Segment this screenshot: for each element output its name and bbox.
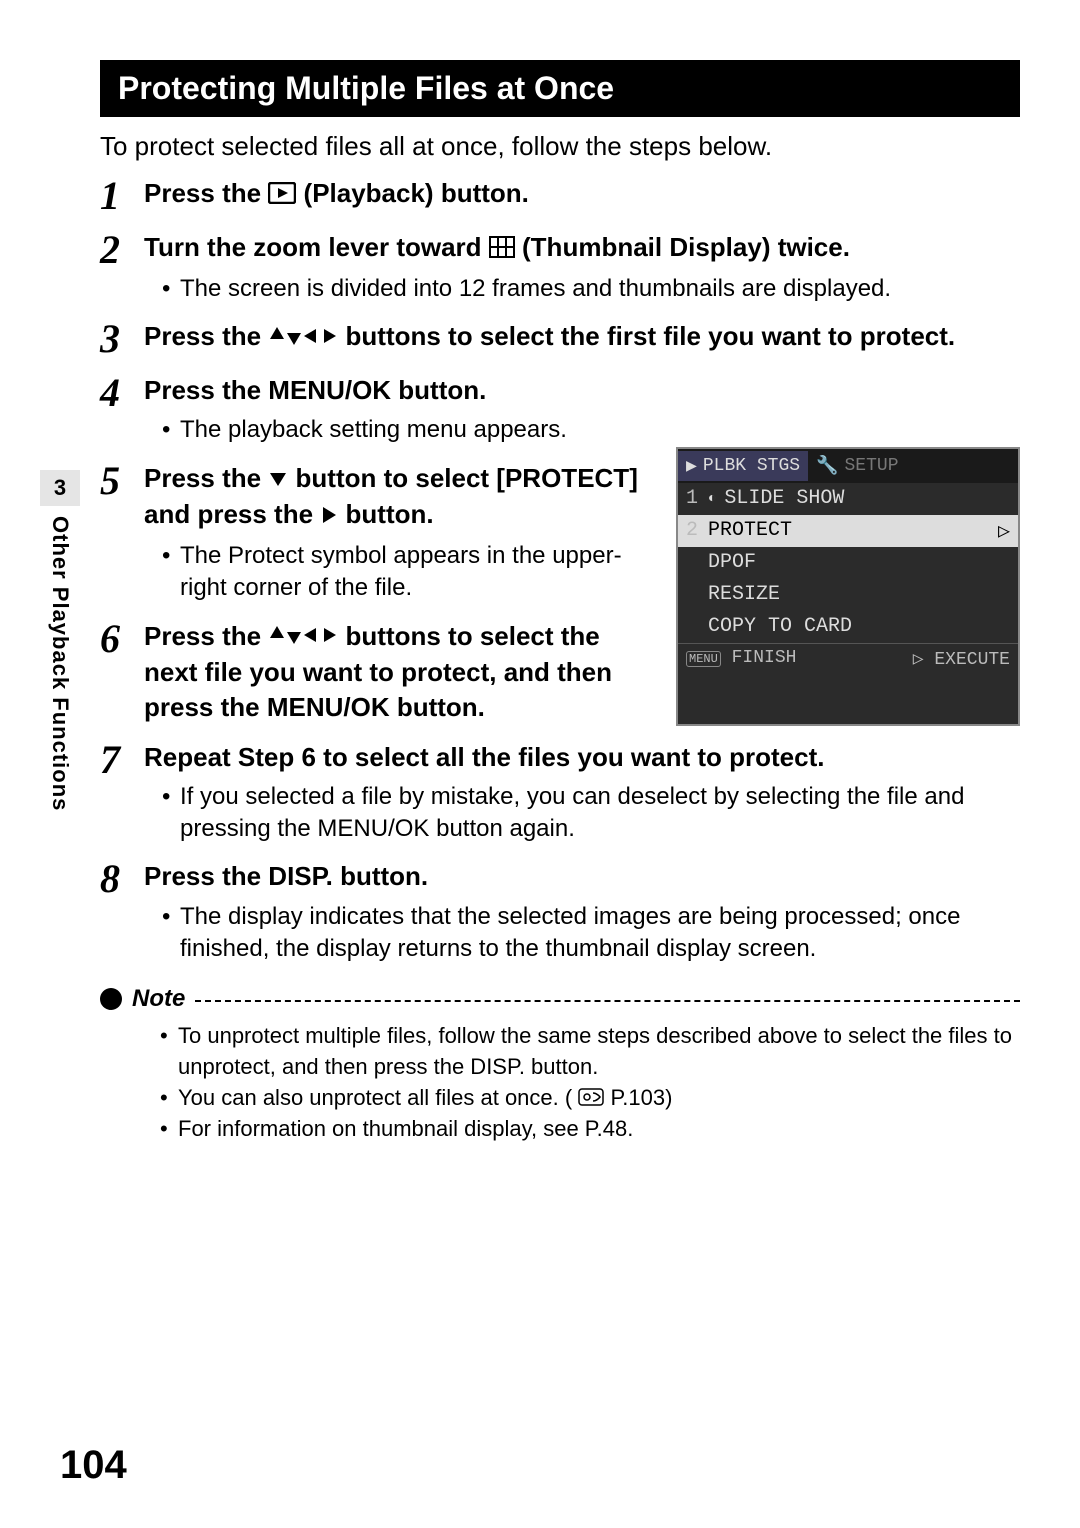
- lcd-footer-label: EXECUTE: [934, 650, 1010, 670]
- step-6: 6 Press the: [100, 619, 656, 726]
- text: (Thumbnail Display) twice.: [522, 232, 850, 262]
- dpad-icon: [268, 321, 338, 356]
- step-number: 4: [100, 373, 144, 413]
- lcd-tab-setup: 🔧 SETUP: [808, 451, 906, 481]
- lcd-tab-label: SETUP: [844, 456, 898, 476]
- text: button.: [346, 499, 434, 529]
- step-number: 3: [100, 319, 144, 359]
- step-row-with-lcd: 5 Press the button to select [PROTECT] a…: [100, 447, 1020, 726]
- lcd-item-index: 2: [686, 519, 700, 542]
- step-2: 2 Turn the zoom lever toward (Thumbnail …: [100, 230, 1020, 305]
- lcd-item-index: 1: [686, 487, 700, 510]
- playback-icon: ▶: [686, 455, 697, 477]
- text: Press the: [144, 321, 268, 351]
- lcd-item-label: RESIZE: [708, 583, 780, 606]
- note-divider: [195, 1000, 1020, 1002]
- lcd-footer-left: MENU FINISH: [686, 648, 796, 670]
- step-5: 5 Press the button to select [PROTECT] a…: [100, 461, 656, 605]
- step-number: 6: [100, 619, 144, 659]
- text: Press the: [144, 463, 268, 493]
- lcd-menu-item-selected: 2 PROTECT ▷: [678, 515, 1018, 547]
- step-1: 1 Press the (Playback) button.: [100, 176, 1020, 216]
- note-item: For information on thumbnail display, se…: [160, 1114, 1020, 1145]
- page-number: 104: [60, 1443, 127, 1488]
- playback-icon: [268, 178, 296, 213]
- step-number: 8: [100, 859, 144, 899]
- step-number: 5: [100, 461, 144, 501]
- lcd-footer-right: ▷ EXECUTE: [913, 648, 1010, 670]
- step-sub: The playback setting menu appears.: [162, 414, 1020, 446]
- step-4: 4 Press the MENU/OK button. The playback…: [100, 373, 1020, 446]
- step-title: Press the buttons to select the first fi…: [144, 319, 1020, 356]
- camera-lcd-screenshot: ▶ PLBK STGS 🔧 SETUP 1 ◐ SLIDE SHOW: [676, 447, 1020, 726]
- step-8: 8 Press the DISP. button. The display in…: [100, 859, 1020, 965]
- section-title: Protecting Multiple Files at Once: [100, 60, 1020, 117]
- step-title: Press the MENU/OK button.: [144, 373, 1020, 408]
- step-title: Press the buttons to select the next fil…: [144, 619, 656, 726]
- note-bubble-icon: [100, 988, 122, 1010]
- lcd-menu-item: COPY TO CARD: [678, 611, 1018, 643]
- lcd-menu-list: 1 ◐ SLIDE SHOW 2 PROTECT ▷ DPOF: [678, 483, 1018, 643]
- step-sub: If you selected a file by mistake, you c…: [162, 781, 1020, 846]
- lcd-menu-item: DPOF: [678, 547, 1018, 579]
- section-number: 3: [40, 470, 80, 506]
- lcd-slide-indicator-icon: ◐: [708, 491, 716, 507]
- section-tab: 3 Other Playback Functions: [40, 470, 80, 890]
- step-title: Press the DISP. button.: [144, 859, 1020, 894]
- step-title: Repeat Step 6 to select all the files yo…: [144, 740, 1020, 775]
- text: (Playback) button.: [304, 178, 529, 208]
- lcd-footer: MENU FINISH ▷ EXECUTE: [678, 643, 1018, 674]
- wrench-icon: 🔧: [816, 455, 838, 477]
- steps-list: 1 Press the (Playback) button. 2 Turn th…: [100, 176, 1020, 965]
- note-block: Note To unprotect multiple files, follow…: [100, 985, 1020, 1145]
- step-title: Turn the zoom lever toward (Thumbnail Di…: [144, 230, 1020, 267]
- lcd-footer-label: FINISH: [732, 648, 797, 668]
- text: You can also unprotect all files at once…: [178, 1085, 572, 1110]
- note-list: To unprotect multiple files, follow the …: [100, 1021, 1020, 1145]
- note-item: To unprotect multiple files, follow the …: [160, 1021, 1020, 1083]
- lcd-item-label: DPOF: [708, 551, 756, 574]
- lcd-tabs: ▶ PLBK STGS 🔧 SETUP: [678, 449, 1018, 483]
- intro-text: To protect selected files all at once, f…: [100, 131, 1020, 162]
- text: Press the: [144, 178, 268, 208]
- step-title: Press the (Playback) button.: [144, 176, 1020, 213]
- manual-page: 3 Other Playback Functions Protecting Mu…: [0, 0, 1080, 1528]
- note-heading: Note: [132, 985, 185, 1013]
- dpad-icon: [268, 620, 338, 655]
- section-label: Other Playback Functions: [47, 516, 73, 811]
- step-sub: The display indicates that the selected …: [162, 901, 1020, 966]
- page-reference-icon: [578, 1084, 604, 1115]
- step-number: 7: [100, 740, 144, 780]
- step-sub: The screen is divided into 12 frames and…: [162, 273, 1020, 305]
- note-item: You can also unprotect all files at once…: [160, 1083, 1020, 1115]
- step-title: Press the button to select [PROTECT] and…: [144, 461, 656, 534]
- lcd-item-label: SLIDE SHOW: [724, 487, 844, 510]
- lcd-menu-item: RESIZE: [678, 579, 1018, 611]
- step-sub: The Protect symbol appears in the upper-…: [162, 540, 656, 605]
- step-number: 1: [100, 176, 144, 216]
- text: buttons to select the first file you wan…: [346, 321, 956, 351]
- text: Turn the zoom lever toward: [144, 232, 489, 262]
- step-3: 3 Press the buttons to select the first …: [100, 319, 1020, 359]
- thumbnail-grid-icon: [489, 232, 515, 267]
- lcd-tab-label: PLBK STGS: [703, 456, 800, 476]
- lcd-item-label: COPY TO CARD: [708, 615, 852, 638]
- down-arrow-icon: [268, 462, 288, 497]
- lcd-tab-playback-settings: ▶ PLBK STGS: [678, 451, 808, 481]
- step-7: 7 Repeat Step 6 to select all the files …: [100, 740, 1020, 846]
- right-caret-icon: ▷: [913, 650, 924, 670]
- menu-badge-icon: MENU: [686, 651, 721, 667]
- lcd-menu-item: 1 ◐ SLIDE SHOW: [678, 483, 1018, 515]
- step-number: 2: [100, 230, 144, 270]
- text: Press the: [144, 621, 268, 651]
- note-heading-row: Note: [100, 985, 1020, 1013]
- lcd-item-label: PROTECT: [708, 519, 990, 542]
- text: P.103): [610, 1085, 672, 1110]
- right-caret-icon: ▷: [998, 518, 1010, 544]
- right-arrow-icon: [320, 499, 338, 534]
